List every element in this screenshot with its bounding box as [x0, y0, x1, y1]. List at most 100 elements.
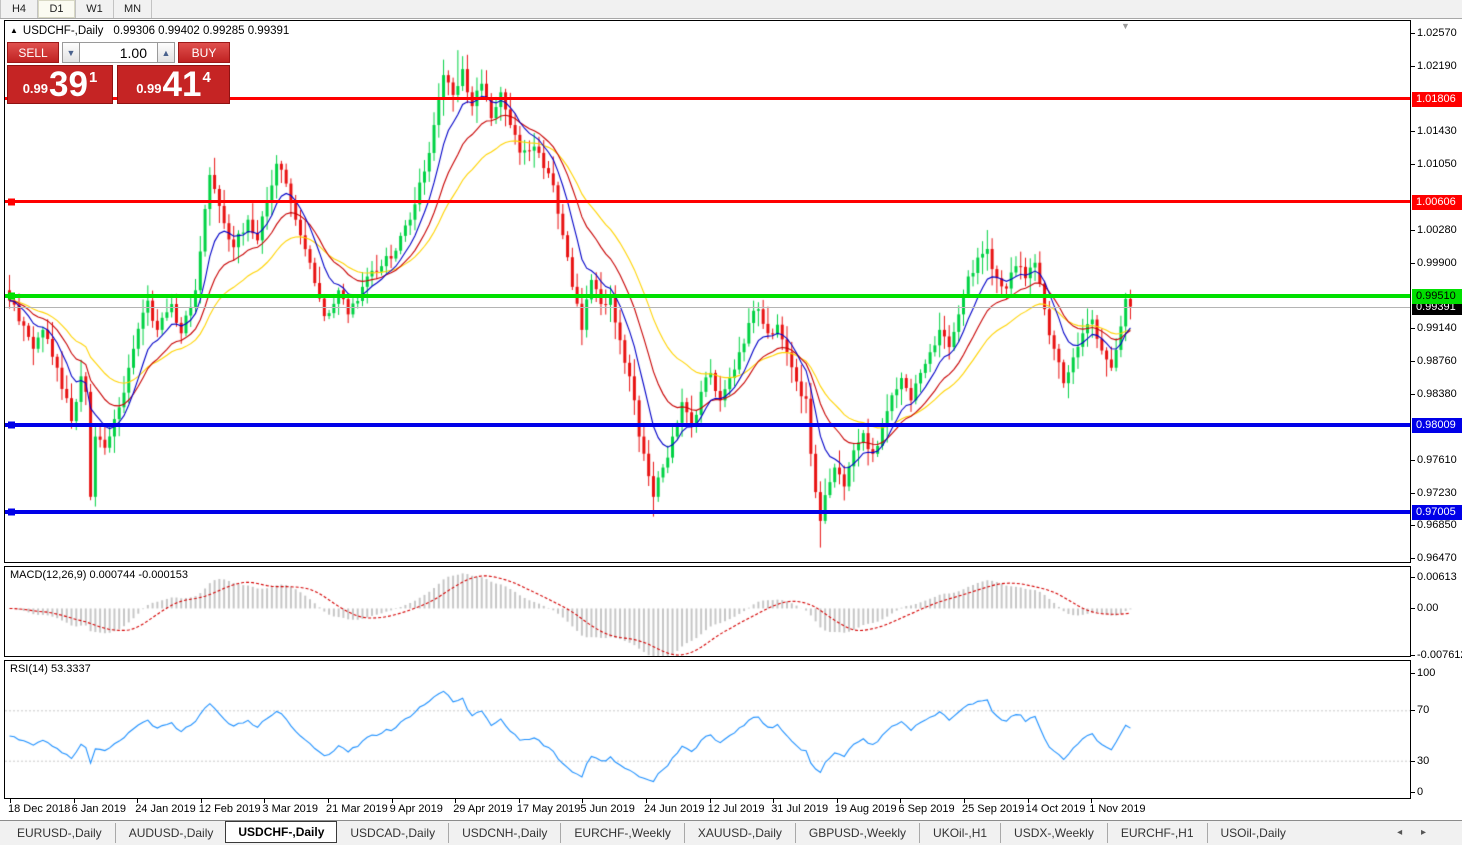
chart-collapse-icon[interactable]: ▲ [10, 26, 18, 35]
buy-price-box[interactable]: 0.99 41 4 [117, 65, 230, 104]
date-axis-label: 24 Jan 2019 [135, 803, 196, 815]
date-axis-tick [964, 799, 965, 803]
sell-price-pip-digit: 1 [88, 69, 98, 86]
line-drag-handle[interactable] [8, 292, 15, 300]
chart-title: ▲ USDCHF-,Daily 0.99306 0.99402 0.99285 0.… [10, 25, 289, 37]
date-axis-label: 12 Feb 2019 [198, 803, 261, 815]
volume-increase-button[interactable]: ▲ [157, 42, 175, 63]
date-axis-tick [709, 799, 711, 803]
price-badge-0.97005: 0.97005 [1412, 504, 1462, 520]
date-axis-label: 19 Aug 2019 [834, 803, 897, 815]
macd-axis-tick: 0.00 [1410, 601, 1462, 615]
date-axis-label: 31 Jul 2019 [771, 803, 829, 815]
chart-tab-usoil-daily[interactable]: USOil-,Daily [1206, 823, 1299, 843]
date-axis-tick [200, 799, 202, 803]
chart-tab-eurchf-h1[interactable]: EURCHF-,H1 [1106, 823, 1207, 843]
horizontal-level-line-1.00606[interactable] [5, 198, 1410, 206]
chart-tab-ukoil-h1[interactable]: UKOil-,H1 [919, 823, 1000, 843]
current-price-line [5, 306, 1410, 308]
chart-tab-eurusd-daily[interactable]: EURUSD-,Daily [4, 823, 115, 843]
date-axis: 18 Dec 2018 6 Jan 2019 24 Jan 2019 12 Feb 2… [4, 799, 1411, 820]
line-drag-handle[interactable] [8, 421, 15, 429]
line-drag-handle[interactable] [8, 508, 15, 516]
date-axis-tick [582, 799, 584, 803]
date-axis-tick [773, 799, 775, 803]
price-axis-tick: 0.99140 [1410, 321, 1462, 335]
timeframe-button-w1[interactable]: W1 [76, 0, 114, 18]
date-axis-tick [391, 799, 393, 803]
chart-tab-usdx-weekly[interactable]: USDX-,Weekly [1000, 823, 1107, 843]
horizontal-level-line-0.99510[interactable] [5, 292, 1410, 300]
price-axis-tick: 0.97230 [1410, 486, 1462, 500]
price-axis-tick: 1.02570 [1410, 26, 1462, 40]
rsi-canvas[interactable] [5, 661, 1410, 798]
sell-price-big-digits: 39 [49, 65, 88, 104]
macd-canvas[interactable] [5, 567, 1410, 656]
macd-label: MACD(12,26,9) 0.000744 -0.000153 [10, 569, 188, 581]
date-axis-tick [1027, 799, 1029, 803]
chart-tab-xauusd-daily[interactable]: XAUUSD-,Daily [683, 823, 795, 843]
date-axis-tick [900, 799, 902, 803]
chart-symbol-label: USDCHF-,Daily [22, 25, 104, 37]
date-axis-tick [137, 799, 139, 803]
date-axis-tick [836, 799, 838, 803]
price-badge-1.01806: 1.01806 [1412, 91, 1462, 107]
rsi-axis-tick: 70 [1410, 703, 1462, 717]
date-axis-label: 29 Apr 2019 [453, 803, 513, 815]
rsi-axis-tick: 30 [1410, 754, 1462, 768]
date-axis-label: 6 Jan 2019 [71, 803, 127, 815]
horizontal-level-line-0.97005[interactable] [5, 508, 1410, 516]
rsi-axis-tick: 100 [1410, 666, 1462, 680]
price-badge-0.98009: 0.98009 [1412, 418, 1462, 434]
price-axis-tick: 0.97610 [1410, 453, 1462, 467]
one-click-trade-panel: SELL ▼ ▲ BUY 0.99 39 1 0.99 41 4 [7, 42, 230, 104]
tab-scroll-arrows[interactable]: ◂ ▸ [1397, 827, 1434, 838]
date-axis-label: 21 Mar 2019 [326, 803, 388, 815]
chart-tab-eurchf-weekly[interactable]: EURCHF-,Weekly [560, 823, 683, 843]
macd-axis-tick: 0.00613 [1410, 570, 1462, 584]
line-drag-handle[interactable] [8, 198, 15, 206]
timeframe-button-d1[interactable]: D1 [38, 0, 76, 18]
date-axis-tick [10, 799, 11, 803]
volume-input[interactable] [80, 42, 157, 63]
date-axis-tick [455, 799, 457, 803]
chart-tab-usdcad-daily[interactable]: USDCAD-,Daily [336, 823, 448, 843]
price-axis-tick: 1.00280 [1410, 223, 1462, 237]
date-axis-tick [646, 799, 647, 803]
chart-tab-usdcnh-daily[interactable]: USDCNH-,Daily [448, 823, 560, 843]
date-axis-tick [328, 799, 329, 803]
price-axis-tick: 0.96470 [1410, 551, 1462, 565]
chart-tab-usdchf-daily[interactable]: USDCHF-,Daily [225, 821, 338, 843]
price-axis-tick: 0.96850 [1410, 518, 1462, 532]
date-axis-label: 18 Dec 2018 [8, 803, 71, 815]
sell-price-box[interactable]: 0.99 39 1 [7, 65, 113, 104]
timeframe-button-h4[interactable]: H4 [0, 0, 38, 18]
buy-button[interactable]: BUY [178, 42, 230, 63]
date-axis-tick [264, 799, 266, 803]
macd-indicator-pane [4, 566, 1411, 657]
date-axis-label: 17 May 2019 [516, 803, 581, 815]
chart-tab-bar: EURUSD-,Daily AUDUSD-,Daily USDCHF-,Daily U… [0, 820, 1462, 845]
date-axis-tick [518, 799, 520, 803]
price-axis-tick: 0.98760 [1410, 354, 1462, 368]
date-axis-label: 9 Apr 2019 [389, 803, 443, 815]
chart-ohlc-values: 0.99306 0.99402 0.99285 0.99391 [113, 25, 290, 37]
timeframe-button-mn[interactable]: MN [114, 0, 152, 18]
price-axis-tick: 0.99900 [1410, 256, 1462, 270]
timeframe-toolbar: H4 D1 W1 MN [0, 0, 1462, 19]
volume-decrease-button[interactable]: ▼ [62, 42, 80, 63]
price-badge-1.00606: 1.00606 [1412, 194, 1462, 210]
chart-shift-marker-icon[interactable]: ▼ [1121, 21, 1130, 31]
date-axis-label: 14 Oct 2019 [1025, 803, 1086, 815]
sell-button[interactable]: SELL [7, 42, 59, 63]
chart-tab-gbpusd-weekly[interactable]: GBPUSD-,Weekly [794, 823, 919, 843]
buy-price-pip-digit: 4 [202, 69, 211, 86]
rsi-label: RSI(14) 53.3337 [10, 663, 91, 675]
horizontal-level-line-0.98009[interactable] [5, 421, 1410, 429]
rsi-indicator-pane [4, 660, 1411, 799]
macd-axis-tick: -0.007612 [1410, 649, 1462, 661]
date-axis-tick [73, 799, 75, 803]
price-axis-tick: 0.98380 [1410, 387, 1462, 401]
date-axis-label: 6 Sep 2019 [898, 803, 955, 815]
chart-tab-audusd-daily[interactable]: AUDUSD-,Daily [114, 823, 227, 843]
